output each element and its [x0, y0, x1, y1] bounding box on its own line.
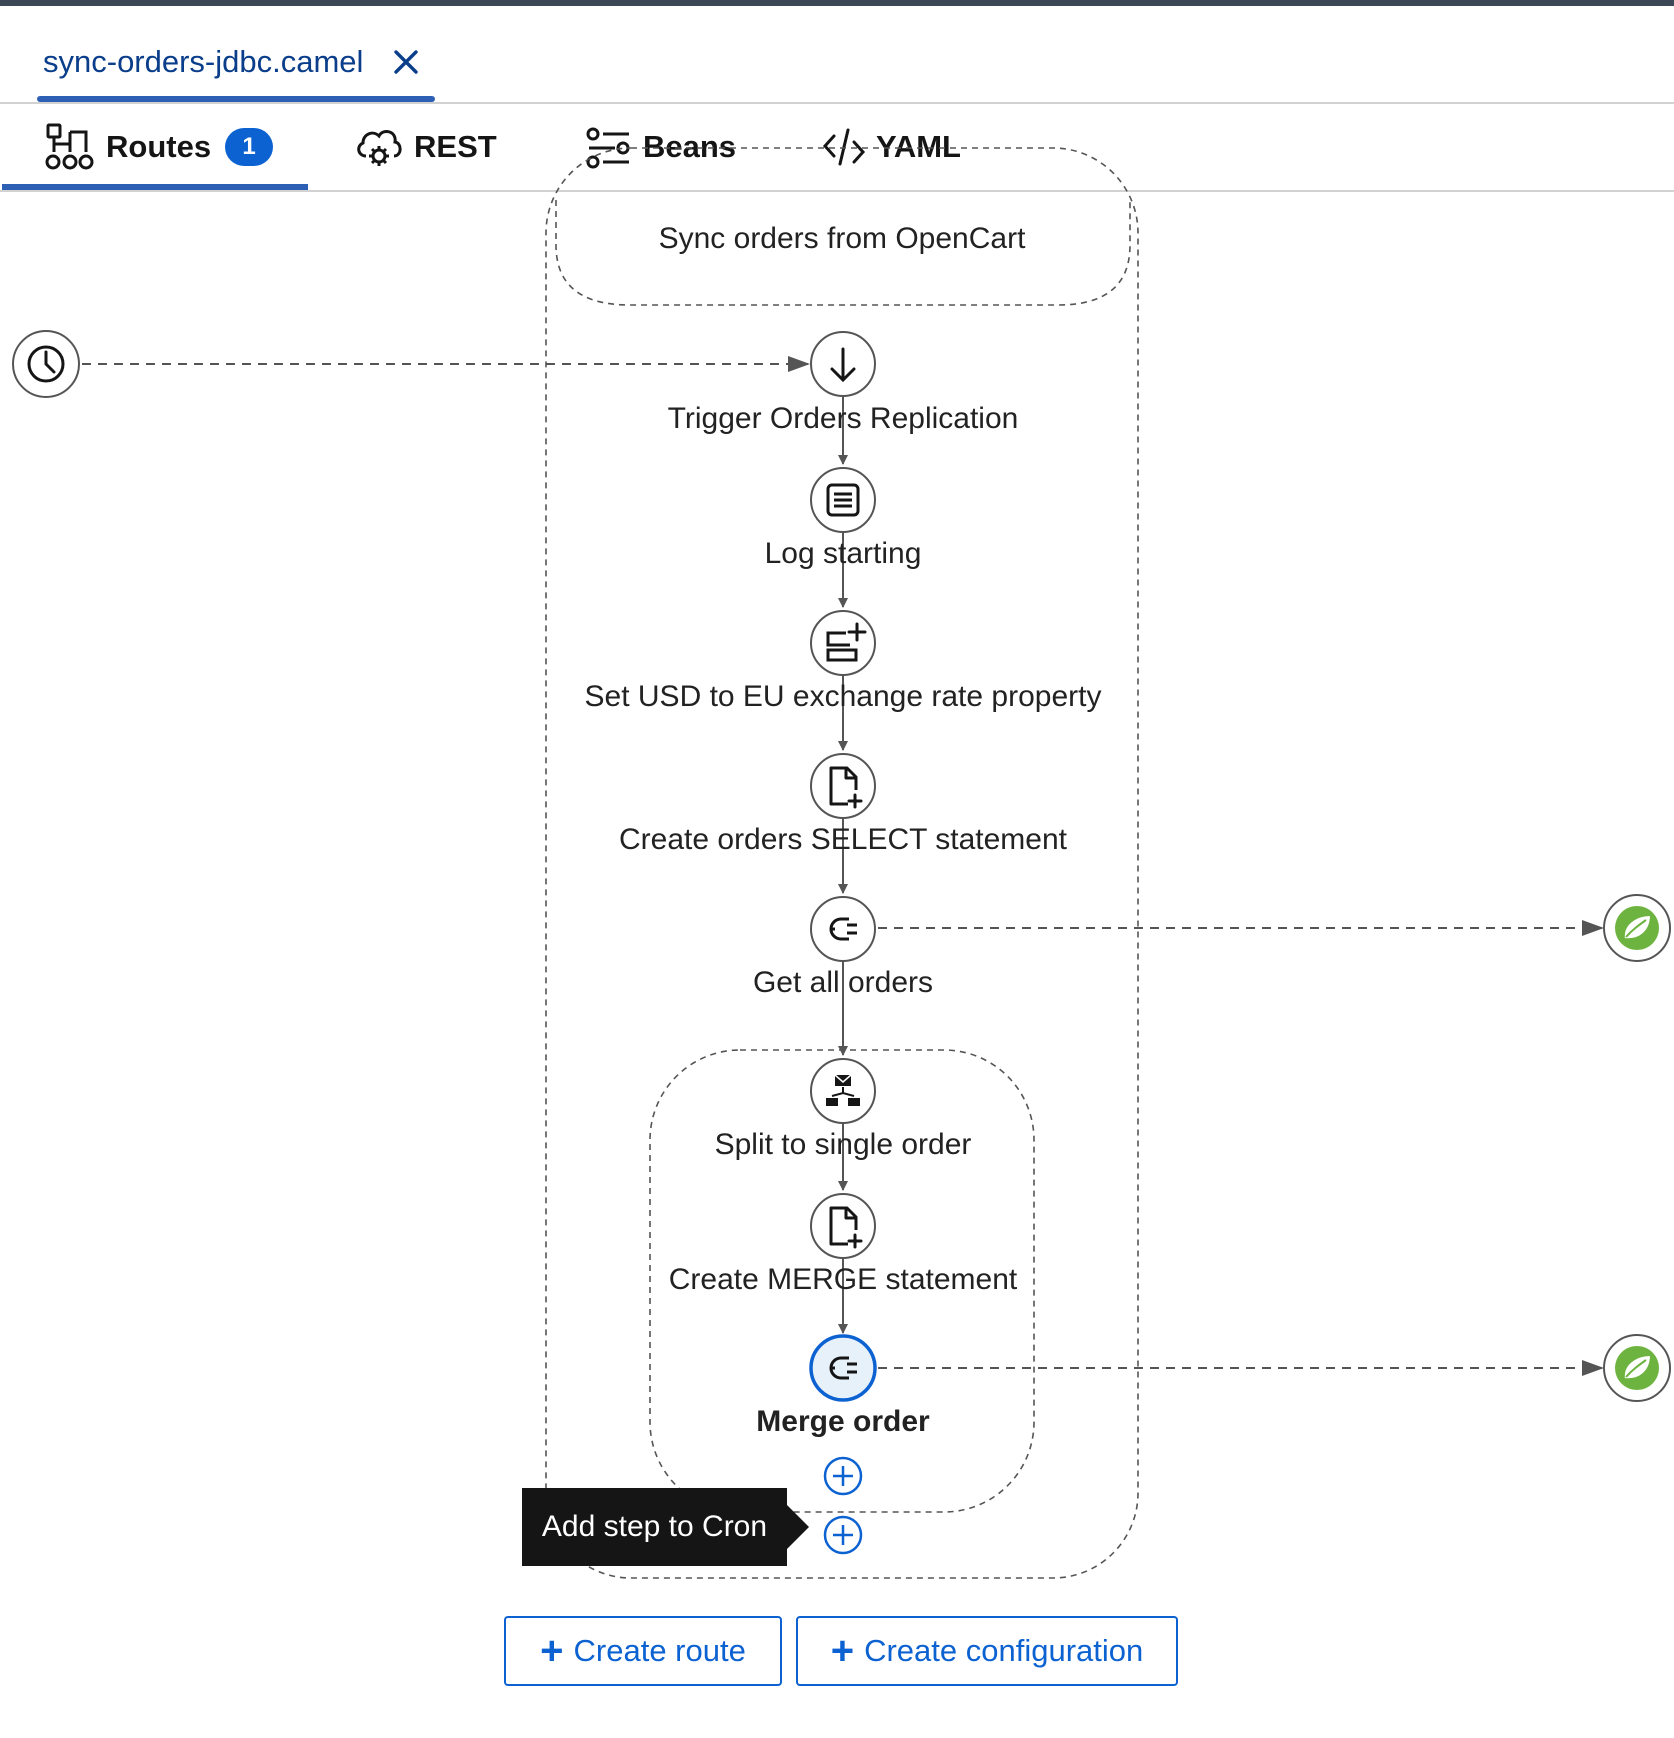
- step-label-trigger: Trigger Orders Replication: [667, 402, 1019, 435]
- step-label-split: Split to single order: [714, 1128, 972, 1161]
- step-node-log[interactable]: [810, 467, 876, 533]
- cron-timer-node[interactable]: [12, 330, 80, 398]
- step-node-trigger[interactable]: [810, 331, 876, 397]
- create-configuration-label: Create configuration: [864, 1633, 1144, 1668]
- create-route-label: Create route: [573, 1633, 746, 1668]
- step-label-log: Log starting: [764, 537, 922, 570]
- create-configuration-button[interactable]: + Create configuration: [796, 1616, 1178, 1686]
- step-label-merge-statement: Create MERGE statement: [668, 1263, 1018, 1296]
- spring-endpoint-node[interactable]: [1603, 1334, 1671, 1402]
- step-node-get-orders[interactable]: [810, 896, 876, 962]
- route-title: Sync orders from OpenCart: [658, 222, 1026, 255]
- step-label-merge-order: Merge order: [756, 1405, 930, 1438]
- step-node-merge-order[interactable]: [809, 1334, 877, 1402]
- step-node-select-statement[interactable]: [810, 753, 876, 819]
- step-node-set-property[interactable]: [810, 610, 876, 676]
- plus-icon: +: [830, 1629, 855, 1673]
- add-step-to-cron-button[interactable]: [823, 1515, 863, 1555]
- plus-icon: +: [540, 1629, 564, 1673]
- step-node-split[interactable]: [810, 1058, 876, 1124]
- add-step-to-split-button[interactable]: [823, 1456, 863, 1496]
- spring-endpoint-node[interactable]: [1603, 894, 1671, 962]
- step-label-select-statement: Create orders SELECT statement: [619, 823, 1067, 856]
- step-node-merge-statement[interactable]: [810, 1193, 876, 1259]
- step-label-get-orders: Get all orders: [752, 966, 934, 999]
- create-route-button[interactable]: + Create route: [504, 1616, 782, 1686]
- add-step-tooltip: Add step to Cron: [522, 1488, 809, 1566]
- step-label-set-property: Set USD to EU exchange rate property: [584, 680, 1102, 713]
- route-canvas: [12, 147, 1671, 1579]
